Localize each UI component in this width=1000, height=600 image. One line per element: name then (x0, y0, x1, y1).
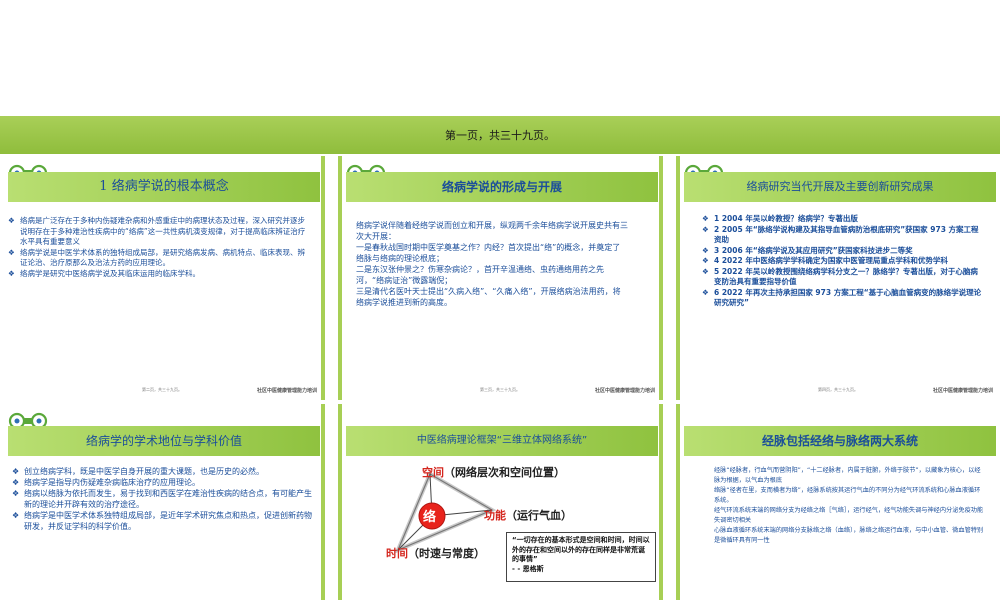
slide-footer-org: 社区中医健康管理能力培训 (932, 388, 993, 394)
divider (338, 156, 342, 400)
bullet-list: ❖ 创立络病学科，既是中医学自身开展的重大课题，也是历史的必然。 ❖ 络病学是指导内… (12, 466, 312, 532)
slide-title: 络病研究当代开展及主要创新研究成果 (746, 180, 934, 193)
slide-title: 络病学的学术地位与学科价值 (85, 434, 242, 448)
bullet-icon: ❖ (702, 266, 709, 276)
bullet-icon: ❖ (8, 268, 15, 278)
slide-footer-org: 社区中医健康管理能力培训 (256, 388, 317, 394)
slide-title: 经脉包括经络与脉络两大系统 (761, 434, 918, 448)
slide-body: 经脉“经脉者，行血气而营阴阳”，“十二经脉者，内属于脏腑，外络于肢节”，以藏象为… (714, 467, 984, 544)
list-item: ❖ 络病学是指导内伤疑难杂病临床治疗的应用理论。 (12, 478, 200, 487)
list-item: ❖ 络病学是研究中医络病学说及其临床运用的临床学科。 (8, 268, 200, 278)
slide-academic-status[interactable]: 络病学的学术地位与学科价值 ❖ 创立络病学科，既是中医学自身开展的重大课题，也是历… (0, 404, 325, 600)
title-bar: 中医络病理论框架“三维立体网络系统” (346, 426, 658, 456)
list-item: ❖ 1 2004 年吴以岭教授？络病学？专著出版 (702, 214, 858, 223)
time-label: 时间（时速与常度） (386, 547, 485, 560)
title-bar: 络病学说的形成与开展 (346, 172, 658, 202)
title-bar: 络病研究当代开展及主要创新研究成果 (684, 172, 996, 202)
bullet-icon: ❖ (12, 467, 20, 476)
page-counter: 第一页，共三十九页。 (445, 129, 555, 142)
slide-title: 1 络病学说的根本概念 (99, 179, 229, 194)
divider (676, 404, 680, 600)
space-label: 空间（网络层次和空间位置） (422, 466, 565, 479)
slide-title: 中医络病理论框架“三维立体网络系统” (416, 435, 588, 446)
slide-page-number: 第二页，共三十九页。 (142, 387, 182, 392)
title-bar: 经脉包括经络与脉络两大系统 (684, 426, 996, 456)
function-label: 功能（运行气血） (484, 509, 572, 522)
bullet-icon: ❖ (12, 478, 20, 487)
title-bar: 1 络病学说的根本概念 (8, 172, 320, 202)
bullet-icon: ❖ (8, 216, 15, 225)
slide-3d-network-framework[interactable]: 中医络病理论框架“三维立体网络系统” 络 空间（网络层次和空间位置） 功能（运行… (338, 404, 663, 600)
center-node-label: 络 (423, 510, 437, 525)
bullet-icon: ❖ (702, 214, 709, 223)
bullet-icon: ❖ (702, 224, 709, 234)
bullet-list: ❖ 1 2004 年吴以岭教授？络病学？专著出版 ❖ 2 2005 年“脉络学说构建… (702, 214, 984, 309)
slide-meridian-systems[interactable]: 经脉包括经络与脉络两大系统 经脉“经脉者，行血气而营阴阳”，“十二经脉者，内属于… (676, 404, 1000, 600)
slide-modern-research[interactable]: 络病研究当代开展及主要创新研究成果 ❖ 1 2004 年吴以岭教授？络病学？专著出… (676, 156, 1000, 400)
bullet-list: ❖ 络病是广泛存在于多种内伤疑难杂病和外感重症中的病理状态及过程，深入研究并逐步说… (8, 216, 308, 279)
triangle-shape (394, 471, 497, 554)
list-item: ❖ 络病学是中医学术体系独特组成局部，是近年学术研究焦点和热点，促进创新药物研发，… (12, 511, 312, 531)
bullet-icon: ❖ (12, 489, 20, 498)
list-item: ❖ 络病学说是中医学术体系的独特组成局部，是研究络病发病、病机特点、临床表现、辨证… (8, 247, 305, 268)
divider (321, 156, 325, 400)
list-item: ❖ 5 2022 年吴以岭教授围绕络病学科分支之一？脉络学？专著出版，对于心脑病变… (702, 266, 978, 287)
divider (659, 404, 663, 600)
list-item: ❖ 创立络病学科，既是中医学自身开展的重大课题，也是历史的必然。 (12, 467, 264, 476)
slide-title: 络病学说的形成与开展 (441, 180, 562, 194)
slide-body: 络病学说伴随着经络学说而创立和开展，纵观两千余年络病学说开展史共有三次大开展： … (356, 221, 628, 307)
divider (338, 404, 342, 600)
list-item: ❖ 3 2006 年“络病学说及其应用研究”获国家科技进步二等奖 (702, 245, 913, 255)
slide-page-number: 第三页，共三十九页。 (480, 387, 520, 392)
title-bar: 络病学的学术地位与学科价值 (8, 426, 320, 456)
list-item: ❖ 2 2005 年“脉络学说构建及其指导血管病防治根底研究”获国家 973 方案… (702, 224, 979, 245)
bullet-icon: ❖ (702, 287, 709, 297)
slide-footer-org: 社区中医健康管理能力培训 (594, 388, 655, 394)
engels-quote: “一切存在的基本形式是空间和时间，时间以外的存在和空间以外的存在同样是非常荒诞的… (506, 532, 656, 582)
slide-page-number: 第四页，共三十九页。 (818, 387, 858, 392)
slide-basic-concepts[interactable]: 1 络病学说的根本概念 ❖ 络病是广泛存在于多种内伤疑难杂病和外感重症中的病理状态… (0, 156, 325, 400)
divider (321, 404, 325, 600)
bullet-icon: ❖ (12, 511, 20, 520)
bullet-icon: ❖ (702, 245, 709, 255)
list-item: ❖ 络病是广泛存在于多种内伤疑难杂病和外感重症中的病理状态及过程，深入研究并逐步说… (8, 216, 306, 246)
divider (659, 156, 663, 400)
list-item: ❖ 络病以络脉为依托而发生，易于找到和西医学在难治性疾病的结合点，有可能产生新的理… (12, 489, 312, 509)
divider (676, 156, 680, 400)
slide-formation-development[interactable]: 络病学说的形成与开展 络病学说伴随着经络学说而创立和开展，纵观两千余年络病学说开… (338, 156, 663, 400)
bullet-icon: ❖ (702, 256, 709, 265)
list-item: ❖ 6 2022 年再次主持承担国家 973 方案工程“基于心脑血管病变的脉络学… (702, 287, 982, 308)
list-item: ❖ 4 2022 年中医络病学学科确定为国家中医管理局重点学科和优势学科 (702, 256, 948, 265)
bullet-icon: ❖ (8, 247, 15, 257)
